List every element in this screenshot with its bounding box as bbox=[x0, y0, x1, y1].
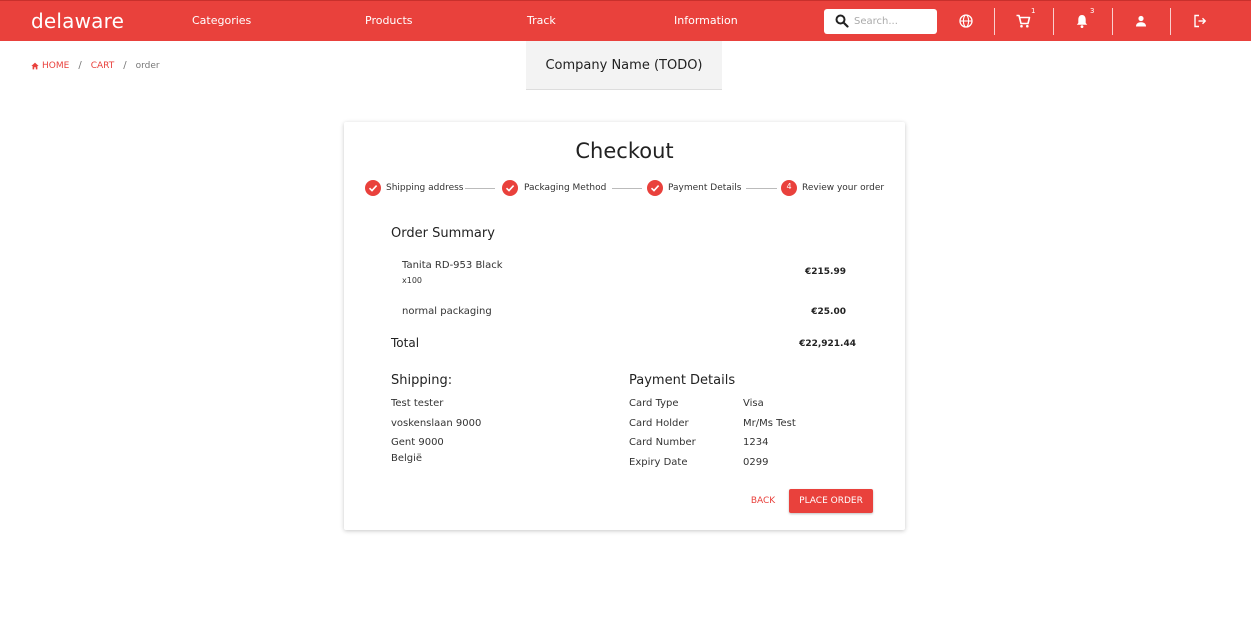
toolbar-divider bbox=[1053, 8, 1054, 35]
brand-logo[interactable]: delaware bbox=[31, 9, 124, 33]
logout-icon[interactable] bbox=[1192, 13, 1208, 29]
total-label: Total bbox=[391, 336, 420, 350]
step-1-label[interactable]: Shipping address bbox=[386, 183, 463, 193]
breadcrumb-home[interactable]: HOME bbox=[42, 61, 69, 71]
step-4-number: 4 bbox=[786, 182, 792, 191]
shipping-heading: Shipping: bbox=[391, 373, 453, 388]
toolbar-divider bbox=[1112, 8, 1113, 35]
step-connector bbox=[465, 188, 495, 189]
expiry-date-value: 0299 bbox=[743, 457, 769, 468]
place-order-button[interactable]: PLACE ORDER bbox=[789, 489, 873, 513]
breadcrumb-separator: / bbox=[78, 60, 82, 71]
shipping-street: voskenslaan 9000 bbox=[391, 418, 482, 429]
shipping-country: België bbox=[391, 453, 423, 464]
total-value: €22,921.44 bbox=[799, 339, 856, 349]
breadcrumb-cart[interactable]: CART bbox=[91, 61, 115, 71]
step-1-indicator bbox=[365, 180, 381, 196]
item-price: €215.99 bbox=[805, 267, 846, 277]
toolbar-divider bbox=[994, 8, 995, 35]
bell-icon[interactable] bbox=[1074, 13, 1090, 29]
nav-track[interactable]: Track bbox=[527, 14, 556, 27]
card-type-label: Card Type bbox=[629, 398, 679, 409]
breadcrumb-current: order bbox=[135, 60, 160, 71]
step-4-label[interactable]: Review your order bbox=[802, 183, 884, 193]
card-type-value: Visa bbox=[743, 398, 764, 409]
step-connector bbox=[746, 188, 777, 189]
search-icon bbox=[835, 14, 849, 28]
card-holder-label: Card Holder bbox=[629, 418, 689, 429]
step-3-indicator bbox=[647, 180, 663, 196]
check-icon bbox=[650, 185, 660, 192]
card-number-value: 1234 bbox=[743, 437, 769, 448]
nav-categories[interactable]: Categories bbox=[192, 14, 251, 27]
notifications-badge: 3 bbox=[1090, 7, 1095, 15]
page-title: Checkout bbox=[575, 139, 674, 163]
toolbar-divider bbox=[1170, 8, 1171, 35]
breadcrumb-separator: / bbox=[123, 60, 127, 71]
payment-heading: Payment Details bbox=[629, 373, 736, 388]
check-icon bbox=[368, 185, 378, 192]
breadcrumb: HOME / CART / order bbox=[31, 60, 160, 71]
globe-icon[interactable] bbox=[958, 13, 974, 29]
user-icon[interactable] bbox=[1133, 13, 1149, 29]
packaging-name: normal packaging bbox=[402, 306, 492, 317]
check-icon bbox=[505, 185, 515, 192]
checkout-card: Checkout Shipping address Packaging Meth… bbox=[344, 122, 905, 530]
top-navbar: delaware Categories Products Track Infor… bbox=[0, 0, 1251, 41]
step-connector bbox=[612, 188, 642, 189]
expiry-date-label: Expiry Date bbox=[629, 457, 688, 468]
step-2-label[interactable]: Packaging Method bbox=[524, 183, 606, 193]
card-number-label: Card Number bbox=[629, 437, 696, 448]
search-input[interactable] bbox=[854, 14, 932, 29]
shipping-city: Gent 9000 bbox=[391, 437, 444, 448]
step-2-indicator bbox=[502, 180, 518, 196]
home-icon bbox=[31, 62, 39, 69]
step-3-label[interactable]: Payment Details bbox=[668, 183, 741, 193]
nav-information[interactable]: Information bbox=[674, 14, 738, 27]
step-4-indicator: 4 bbox=[781, 180, 797, 196]
packaging-price: €25.00 bbox=[811, 307, 846, 317]
shipping-name: Test tester bbox=[391, 398, 444, 409]
company-name-panel: Company Name (TODO) bbox=[526, 41, 722, 90]
order-summary-heading: Order Summary bbox=[391, 226, 495, 241]
search-box[interactable] bbox=[824, 9, 937, 34]
item-name: Tanita RD-953 Black bbox=[402, 260, 503, 271]
cart-badge: 1 bbox=[1031, 7, 1036, 15]
item-quantity: x100 bbox=[402, 276, 423, 285]
back-button[interactable]: BACK bbox=[743, 492, 783, 510]
card-holder-value: Mr/Ms Test bbox=[743, 418, 796, 429]
nav-products[interactable]: Products bbox=[365, 14, 413, 27]
cart-icon[interactable] bbox=[1015, 13, 1031, 29]
